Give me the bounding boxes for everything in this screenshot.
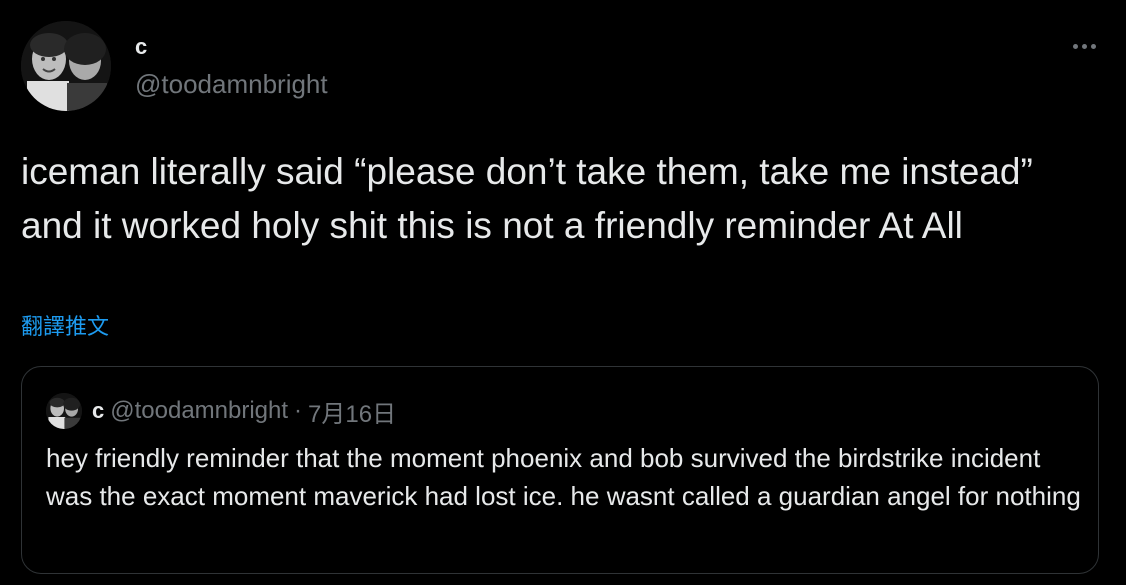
quoted-tweet-card[interactable]: c @toodamnbright · 7月16日 hey friendly re…	[21, 366, 1099, 574]
quoted-author-avatar	[46, 393, 82, 429]
translate-tweet-link[interactable]: 翻譯推文	[21, 312, 109, 342]
author-handle[interactable]: @toodamnbright	[135, 68, 328, 100]
author-display-name[interactable]: c	[135, 32, 147, 62]
more-dot	[1081, 43, 1087, 49]
more-dot	[1090, 43, 1096, 49]
quoted-tweet-text: hey friendly reminder that the moment ph…	[46, 443, 1081, 511]
more-dot	[1072, 43, 1078, 49]
quoted-author-display-name: c	[92, 398, 105, 423]
tweet-text: iceman literally said “please don’t take…	[21, 151, 1033, 246]
quoted-author-handle: @toodamnbright	[110, 397, 289, 424]
author-avatar[interactable]	[21, 21, 111, 111]
avatar-photo	[21, 21, 111, 111]
more-options-icon[interactable]	[1064, 32, 1104, 60]
quoted-tweet-header: c @toodamnbright · 7月16日	[46, 391, 396, 431]
quoted-tweet-date: 7月16日	[308, 400, 397, 428]
avatar-photo	[46, 393, 82, 429]
quoted-separator: ·	[294, 397, 303, 424]
